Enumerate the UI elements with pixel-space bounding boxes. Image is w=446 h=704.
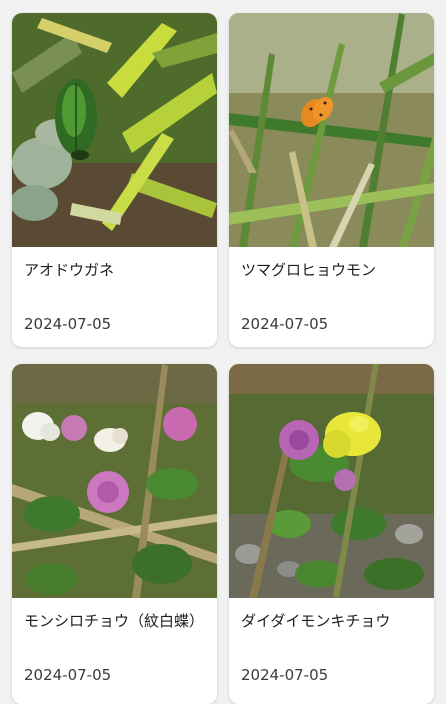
observation-date: 2024-07-05 (24, 666, 112, 684)
species-name: ツマグロヒョウモン (241, 261, 377, 279)
orange-butterfly-photo (229, 13, 434, 247)
observation-card[interactable]: ダイダイモンキチョウ 2024-07-05 (229, 364, 434, 704)
observation-date: 2024-07-05 (24, 315, 112, 333)
species-name: アオドウガネ (24, 261, 115, 279)
white-butterfly-photo (12, 364, 217, 598)
observation-date: 2024-07-05 (241, 315, 329, 333)
observation-date: 2024-07-05 (241, 666, 329, 684)
yellow-butterfly-photo (229, 364, 434, 598)
observation-card[interactable]: ツマグロヒョウモン 2024-07-05 (229, 13, 434, 347)
species-name: モンシロチョウ（紋白蝶） (24, 612, 205, 630)
species-name: ダイダイモンキチョウ (241, 612, 391, 630)
observation-card[interactable]: モンシロチョウ（紋白蝶） 2024-07-05 (12, 364, 217, 704)
observation-grid: アオドウガネ 2024-07-05 ツマグロヒョウモン 2024-07-05 モ… (0, 0, 446, 704)
observation-card[interactable]: アオドウガネ 2024-07-05 (12, 13, 217, 347)
beetle-photo (12, 13, 217, 247)
